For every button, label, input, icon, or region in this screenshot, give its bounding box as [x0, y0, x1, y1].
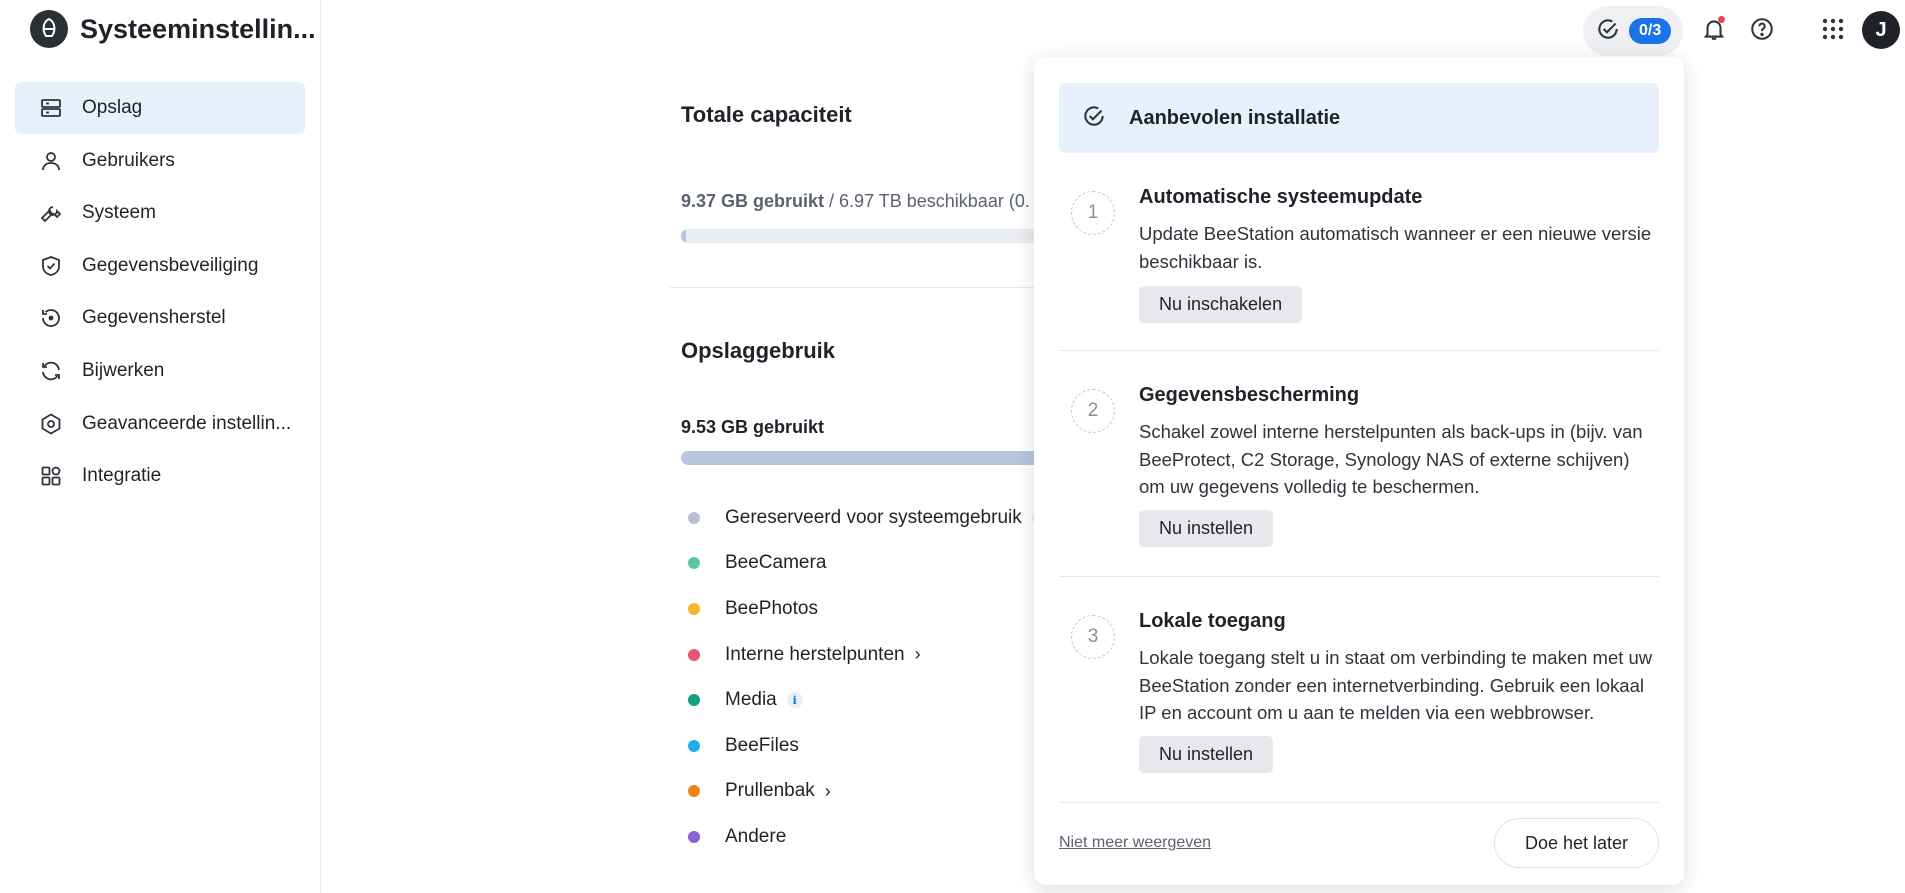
info-icon[interactable]: i: [786, 692, 803, 709]
legend-dot: [688, 557, 700, 570]
refresh-icon: [39, 359, 63, 383]
sidebar-item-label: Opslag: [82, 97, 143, 118]
storage-legend: Gereserveerd voor systeemgebruik i BeeCa…: [688, 495, 1048, 860]
wrench-icon: [39, 201, 63, 225]
check-circle-icon: [1595, 16, 1621, 47]
integration-icon: [39, 464, 63, 488]
sidebar-item-label: Bijwerken: [82, 359, 165, 381]
legend-label: Prullenbak: [725, 780, 815, 802]
sidebar-item-label: Gebruikers: [82, 149, 175, 171]
legend-item: BeeCamera: [688, 541, 1048, 587]
dont-show-again-link[interactable]: Niet meer weergeven: [1059, 834, 1211, 852]
total-used: 9.37 GB gebruikt: [681, 191, 825, 211]
step-number: 2: [1071, 389, 1115, 433]
sidebar: Systeeminstellin... Opslag Gebruikers Sy…: [0, 0, 321, 893]
sidebar-item-label: Geavanceerde instellin...: [82, 412, 292, 434]
legend-item: Gereserveerd voor systeemgebruik i: [688, 495, 1048, 541]
apps-menu-button[interactable]: [1819, 15, 1847, 43]
legend-item: Media i: [688, 677, 1048, 723]
sidebar-item-label: Gegevensherstel: [82, 307, 226, 329]
do-it-later-button[interactable]: Doe het later: [1494, 818, 1659, 868]
restore-icon: [39, 306, 63, 330]
setup-step-2: 2 Gegevensbescherming Schakel zowel inte…: [1059, 384, 1659, 584]
sidebar-item-geavanceerde-instellingen[interactable]: Geavanceerde instellin...: [15, 398, 305, 450]
legend-dot: [688, 739, 700, 752]
check-circle-icon: [1081, 103, 1107, 134]
sidebar-item-label: Systeem: [82, 202, 156, 224]
help-button[interactable]: [1748, 15, 1776, 43]
sidebar-item-systeem[interactable]: Systeem: [15, 187, 305, 239]
sidebar-item-gegevensbeveiliging[interactable]: Gegevensbeveiliging: [15, 240, 305, 292]
grid-icon: [1822, 18, 1844, 40]
legend-label: Andere: [725, 825, 787, 847]
setup-data-protection-button[interactable]: Nu instellen: [1139, 510, 1274, 547]
chevron-right-icon[interactable]: ›: [915, 644, 921, 665]
user-icon: [39, 149, 63, 173]
step-description: Lokale toegang stelt u in staat om verbi…: [1139, 647, 1653, 723]
legend-dot: [688, 785, 700, 798]
legend-label: BeeFiles: [725, 734, 799, 756]
popover-title: Aanbevolen installatie: [1129, 106, 1341, 129]
legend-label: Interne herstelpunten: [725, 643, 905, 665]
app-logo-icon: [30, 10, 68, 48]
brand: Systeeminstellin...: [30, 10, 316, 48]
legend-item-prullenbak[interactable]: Prullenbak ›: [688, 769, 1048, 815]
setup-step-1: 1 Automatische systeemupdate Update BeeS…: [1059, 186, 1659, 386]
sidebar-item-opslag[interactable]: Opslag: [15, 82, 305, 134]
step-description: Update BeeStation automatisch wanneer er…: [1139, 223, 1652, 272]
total-capacity-bar-fill: [681, 229, 687, 243]
setup-local-access-button[interactable]: Nu instellen: [1139, 736, 1274, 773]
notification-dot: [1718, 16, 1725, 23]
shield-check-icon: [39, 254, 63, 278]
step-number: 3: [1071, 615, 1115, 659]
help-icon: [1751, 18, 1773, 40]
enable-auto-update-button[interactable]: Nu inschakelen: [1139, 286, 1303, 323]
legend-label: BeeCamera: [725, 552, 827, 574]
sidebar-item-label: Gegevensbeveiliging: [82, 254, 259, 276]
sidebar-item-gebruikers[interactable]: Gebruikers: [15, 135, 305, 187]
step-divider: [1059, 802, 1659, 803]
legend-item-interne-herstelpunten[interactable]: Interne herstelpunten ›: [688, 632, 1048, 678]
sidebar-item-label: Integratie: [82, 465, 162, 487]
legend-item: Andere: [688, 814, 1048, 860]
storage-icon: [39, 96, 63, 120]
avatar[interactable]: J: [1862, 11, 1900, 49]
recommended-setup-popover: Aanbevolen installatie 1 Automatische sy…: [1034, 57, 1684, 885]
step-title: Gegevensbescherming: [1139, 384, 1360, 406]
advanced-settings-icon: [39, 412, 63, 436]
chevron-right-icon[interactable]: ›: [825, 781, 831, 802]
sidebar-item-bijwerken[interactable]: Bijwerken: [15, 345, 305, 397]
setup-progress-button[interactable]: 0/3: [1583, 6, 1683, 56]
total-capacity-usage: 9.37 GB gebruikt / 6.97 TB beschikbaar (…: [681, 191, 1030, 212]
legend-dot: [688, 511, 700, 524]
legend-label: Gereserveerd voor systeemgebruik: [725, 506, 1022, 528]
step-title: Lokale toegang: [1139, 610, 1286, 632]
sidebar-nav: Opslag Gebruikers Systeem Gegevensbeveil…: [15, 82, 305, 503]
total-available: / 6.97 TB beschikbaar (0.: [824, 191, 1030, 211]
sidebar-item-integratie[interactable]: Integratie: [15, 450, 305, 502]
legend-dot: [688, 694, 700, 707]
setup-progress-badge: 0/3: [1629, 18, 1672, 44]
legend-dot: [688, 602, 700, 615]
sidebar-item-gegevensherstel[interactable]: Gegevensherstel: [15, 292, 305, 344]
step-description: Schakel zowel interne herstelpunten als …: [1139, 421, 1643, 497]
app-title: Systeeminstellin...: [80, 13, 316, 44]
legend-label: BeePhotos: [725, 597, 818, 619]
legend-item: BeeFiles: [688, 723, 1048, 769]
total-capacity-title: Totale capaciteit: [681, 102, 852, 127]
legend-dot: [688, 830, 700, 843]
step-number: 1: [1071, 191, 1115, 235]
legend-dot: [688, 648, 700, 661]
popover-header: Aanbevolen installatie: [1059, 83, 1659, 153]
storage-usage-title: Opslaggebruik: [681, 338, 836, 363]
legend-item: BeePhotos: [688, 586, 1048, 632]
step-divider: [1059, 350, 1659, 351]
step-divider: [1059, 576, 1659, 577]
step-title: Automatische systeemupdate: [1139, 186, 1423, 208]
storage-usage-used: 9.53 GB gebruikt: [681, 417, 825, 437]
legend-label: Media: [725, 689, 777, 711]
setup-step-3: 3 Lokale toegang Lokale toegang stelt u …: [1059, 610, 1659, 810]
